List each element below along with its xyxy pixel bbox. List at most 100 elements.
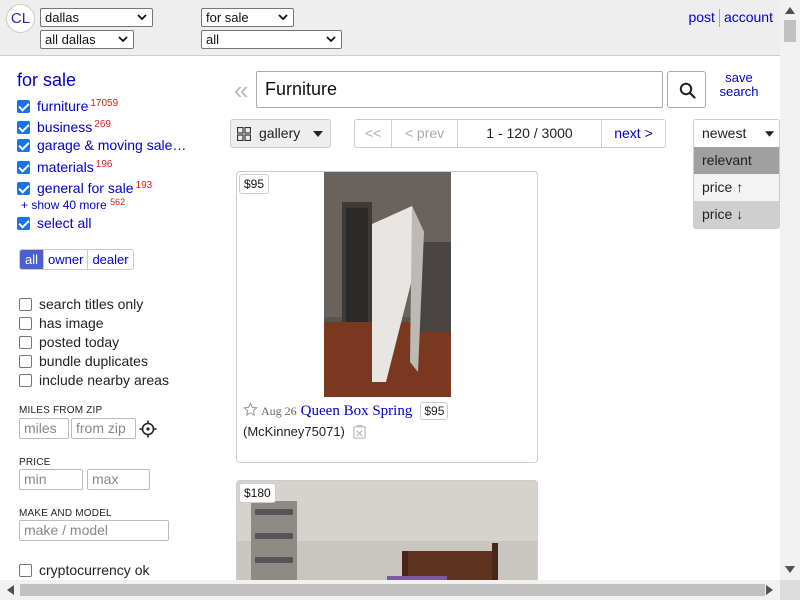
seller-type-toggle: all owner dealer — [19, 249, 134, 270]
vertical-scroll-thumb[interactable] — [784, 20, 796, 42]
listing-title-link[interactable]: Queen Box Spring — [301, 403, 413, 419]
category-filter-garage-sale[interactable]: garage & moving sale… — [17, 136, 186, 154]
checkbox[interactable] — [19, 336, 32, 349]
checkbox-checked[interactable] — [17, 100, 30, 113]
seller-type-owner[interactable]: owner — [43, 250, 87, 269]
checkbox[interactable] — [19, 355, 32, 368]
checkbox[interactable] — [19, 374, 32, 387]
miles-input[interactable]: miles — [19, 418, 69, 439]
plus-icon: + — [21, 198, 29, 212]
area-select-value: dallas — [45, 10, 79, 25]
option-cryptocurrency[interactable]: cryptocurrency ok — [19, 561, 149, 579]
horizontal-scrollbar[interactable] — [0, 580, 800, 600]
checkbox-checked[interactable] — [17, 217, 30, 230]
category-filter-general[interactable]: general for sale 193 — [17, 177, 153, 196]
category-filter-furniture[interactable]: furniture 17059 — [17, 95, 119, 114]
sort-option-label: newest — [702, 125, 747, 141]
seller-type-all[interactable]: all — [20, 250, 44, 269]
checkbox-checked[interactable] — [17, 121, 30, 134]
select-all[interactable]: select all — [17, 214, 91, 232]
show-more-link[interactable]: + show 40 more 562 — [21, 197, 125, 212]
account-link[interactable]: account — [724, 9, 773, 25]
option-label: cryptocurrency ok — [39, 562, 150, 578]
make-model-input[interactable]: make / model — [19, 520, 169, 541]
view-mode-dropdown[interactable]: gallery — [230, 119, 331, 148]
checkbox[interactable] — [19, 317, 32, 330]
vertical-scrollbar[interactable] — [780, 0, 800, 580]
make-model-heading: MAKE AND MODEL — [19, 508, 112, 519]
divider — [718, 9, 720, 28]
first-page-button[interactable]: << — [355, 120, 391, 147]
view-mode-label: gallery — [259, 125, 301, 141]
next-page-button[interactable]: next > — [601, 120, 665, 147]
min-price-input[interactable]: min — [19, 469, 83, 490]
option-bundle-duplicates[interactable]: bundle duplicates — [19, 352, 148, 370]
sort-option-price-desc[interactable]: price ↓ — [694, 201, 779, 228]
scroll-down-arrow-icon[interactable] — [785, 566, 795, 574]
post-link[interactable]: post — [688, 9, 714, 25]
checkbox[interactable] — [19, 564, 32, 577]
locate-icon[interactable] — [139, 420, 157, 438]
show-more-label: show 40 more — [31, 198, 107, 212]
hide-listing-icon[interactable] — [352, 424, 367, 439]
max-price-input[interactable]: max — [87, 469, 150, 490]
category-count: 17059 — [90, 98, 119, 109]
scroll-left-arrow-icon[interactable] — [6, 585, 14, 595]
category-label: materials — [37, 159, 94, 175]
zip-input[interactable]: from zip — [71, 418, 136, 439]
search-button[interactable] — [667, 71, 706, 108]
caret-down-icon — [765, 131, 774, 137]
option-has-image[interactable]: has image — [19, 314, 104, 332]
scroll-right-arrow-icon[interactable] — [766, 585, 774, 595]
sort-option-newest[interactable]: newest — [694, 120, 779, 147]
posted-date: Aug 26 — [261, 404, 297, 418]
option-nearby-areas[interactable]: include nearby areas — [19, 371, 169, 389]
star-icon[interactable] — [243, 402, 258, 417]
craigslist-logo[interactable]: CL — [6, 4, 35, 33]
category-count: 269 — [94, 119, 111, 130]
subarea-select-value: all dallas — [45, 32, 96, 47]
listing-photo[interactable] — [324, 172, 451, 397]
category-heading[interactable]: for sale — [17, 70, 76, 91]
chevron-down-icon — [137, 14, 147, 21]
category-select[interactable]: for sale — [201, 8, 294, 27]
save-search-link[interactable]: save search — [714, 71, 764, 99]
subarea-select[interactable]: all dallas — [40, 30, 134, 49]
category-filter-materials[interactable]: materials 196 — [17, 156, 112, 175]
price-heading: PRICE — [19, 457, 51, 468]
subcategory-select[interactable]: all — [201, 30, 342, 49]
search-icon — [679, 82, 696, 99]
chevron-down-icon — [118, 36, 128, 43]
checkbox-checked[interactable] — [17, 139, 30, 152]
option-label: posted today — [39, 334, 120, 350]
option-label: include nearby areas — [39, 372, 169, 388]
category-label: business — [37, 119, 93, 135]
collapse-sidebar-icon[interactable]: « — [234, 77, 248, 103]
category-filter-business[interactable]: business 269 — [17, 116, 111, 135]
option-posted-today[interactable]: posted today — [19, 333, 119, 351]
seller-type-dealer[interactable]: dealer — [87, 250, 132, 269]
checkbox[interactable] — [19, 298, 32, 311]
result-card[interactable]: $95 Aug 26 Queen Box Spring $95 (McKinney7… — [236, 171, 538, 463]
checkbox-checked[interactable] — [17, 182, 30, 195]
option-label: has image — [39, 315, 104, 331]
subcategory-select-value: all — [206, 32, 220, 47]
grid-icon — [237, 127, 251, 141]
search-input[interactable]: Furniture — [256, 71, 663, 108]
page-range: 1 - 120 / 3000 — [457, 120, 601, 147]
scroll-up-arrow-icon[interactable] — [785, 6, 795, 14]
sort-option-relevant[interactable]: relevant — [694, 147, 779, 174]
checkbox-checked[interactable] — [17, 161, 30, 174]
category-label: garage & moving sale… — [37, 137, 187, 153]
area-select[interactable]: dallas — [40, 8, 153, 27]
show-more-count: 562 — [110, 197, 126, 207]
select-all-label: select all — [37, 215, 92, 231]
horizontal-scroll-thumb[interactable] — [20, 584, 765, 596]
listing-location-row: (McKinney75071) — [243, 424, 367, 439]
sort-option-price-asc[interactable]: price ↑ — [694, 174, 779, 201]
sort-dropdown[interactable]: newest relevant price ↑ price ↓ — [693, 119, 780, 229]
option-search-titles[interactable]: search titles only — [19, 295, 143, 313]
category-count: 193 — [135, 180, 153, 191]
prev-page-button[interactable]: < prev — [391, 120, 457, 147]
category-label: furniture — [37, 98, 89, 114]
